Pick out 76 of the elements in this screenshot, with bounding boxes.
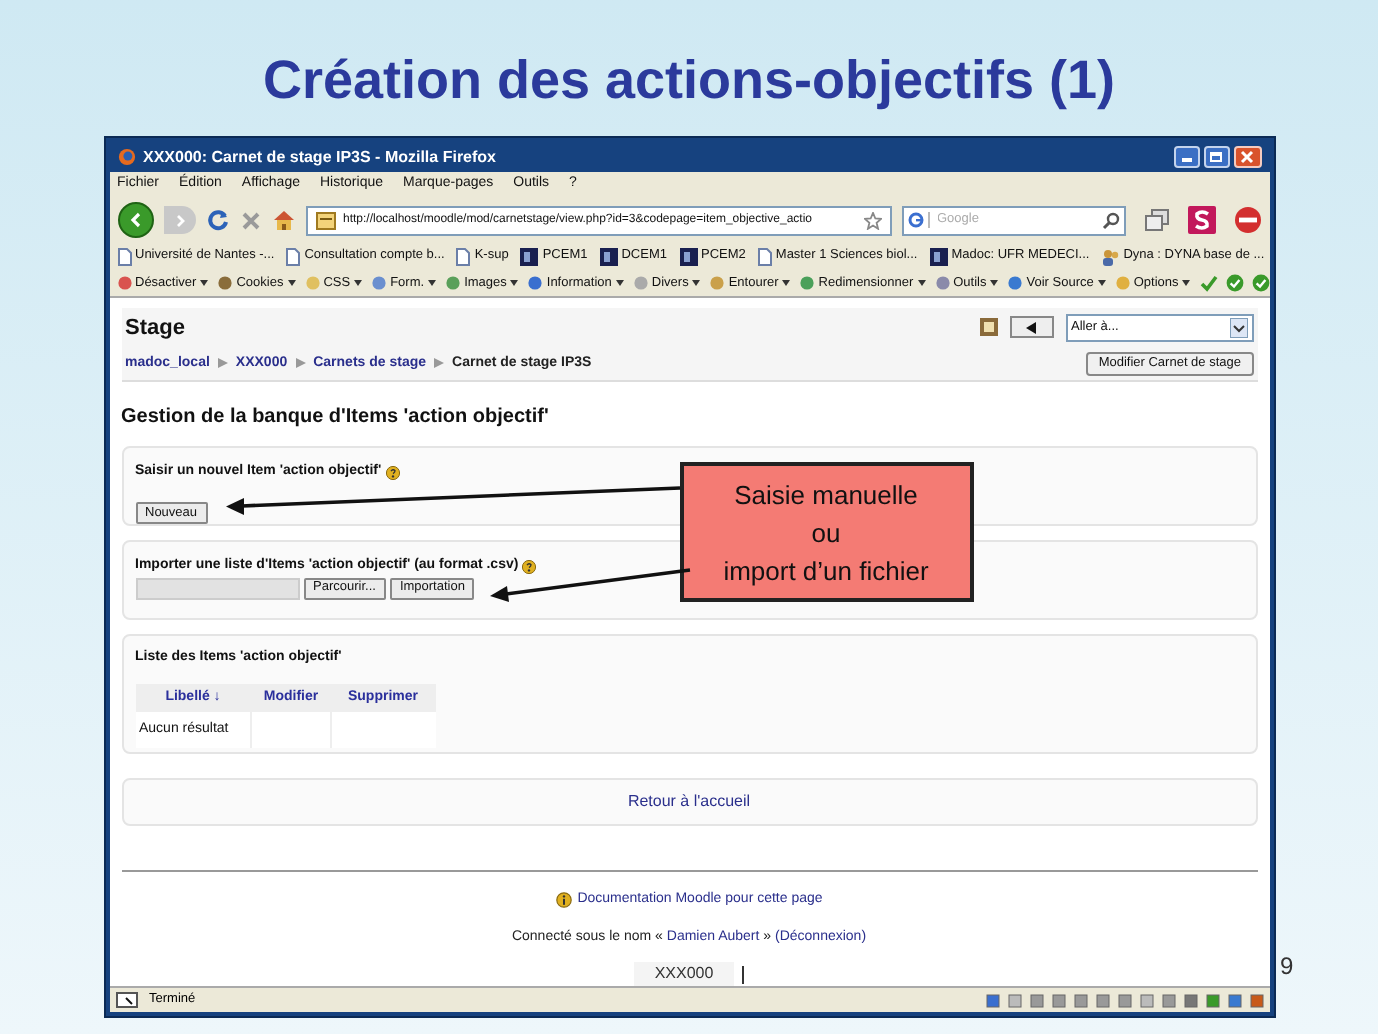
info-icon [555,892,572,909]
home-link[interactable]: Retour à l'accueil [627,790,751,815]
dropdown-icon [1229,317,1247,338]
site-icon [520,247,539,265]
separator-icon [295,358,306,369]
screen-icon [115,992,137,1008]
page-icon [286,247,301,265]
home-icon [271,208,295,232]
site-icon [679,247,697,265]
browser-logo-icon [117,148,135,166]
course-box: XXX000 [634,962,734,986]
callout-line: Saisie manuelle [734,477,918,513]
caret-icon [615,280,624,286]
caret-icon [354,280,363,286]
caret-icon [990,280,999,286]
page-header: Stage [125,313,185,344]
toolbar-icon [372,276,387,290]
minimize-button[interactable] [1173,146,1199,168]
back-button[interactable] [1009,316,1053,339]
page-heading: Gestion de la banque d'Items 'action objectif' [121,404,551,433]
caret-icon [1097,280,1106,286]
help-icon [522,559,537,574]
site-icon [929,247,948,265]
stop-icon [239,209,261,231]
caret-icon [200,280,209,286]
search-icon [1101,211,1119,229]
windows-icon [1143,208,1169,232]
reload-icon [205,208,229,232]
slide-title: Création des actions-objectifs (1) [262,48,1116,114]
check-circle-icon [1226,274,1245,292]
back-button[interactable] [117,202,153,238]
page-icon [117,247,131,265]
close-button[interactable] [1233,146,1261,168]
file-field[interactable] [135,577,299,600]
toolbar-icon [446,276,461,290]
toolbar-icon [800,276,815,290]
slide-number: 9 [1280,950,1294,984]
block-icon [979,318,997,337]
left-arrow-icon [1026,321,1036,334]
help-icon [385,465,400,480]
caret-icon [510,280,519,286]
site-icon [315,211,335,229]
caret-icon [782,280,791,286]
caret-icon [1182,280,1191,286]
page-icon [456,247,471,265]
toolbar-icon [1115,276,1130,290]
toolbar-icon [710,276,725,290]
toolbar-icon [528,276,543,290]
callout-line: import d’un fichier [723,553,929,589]
toolbar-icon [633,276,648,290]
caret-icon [287,280,296,286]
caret-icon [917,280,926,286]
star-icon [863,211,881,229]
toolbar-icon [117,276,131,290]
caret-icon [692,280,701,286]
stop-sign-icon [1233,206,1261,234]
toolbar-icon [218,276,233,290]
maximize-button[interactable] [1203,146,1229,168]
close-icon [1240,150,1254,164]
site-icon [599,247,618,265]
toolbar-icon [1008,276,1023,290]
check-icon [1200,274,1219,292]
toolbar-icon [935,276,950,290]
separator-icon [217,358,228,369]
window-title: XXX000: Carnet de stage IP3S - Mozilla Firefox [143,145,496,169]
toolbar-icon [305,276,320,290]
table-cell [251,712,331,749]
search-engine-icon [907,212,923,228]
table-cell [331,712,435,749]
check-circle-icon [1252,274,1271,292]
separator-icon [434,358,445,369]
callout-line: ou [811,515,841,551]
page-icon [757,247,772,265]
people-icon [1101,247,1120,265]
caret-icon [428,280,437,286]
letter-s-icon [1187,206,1215,234]
